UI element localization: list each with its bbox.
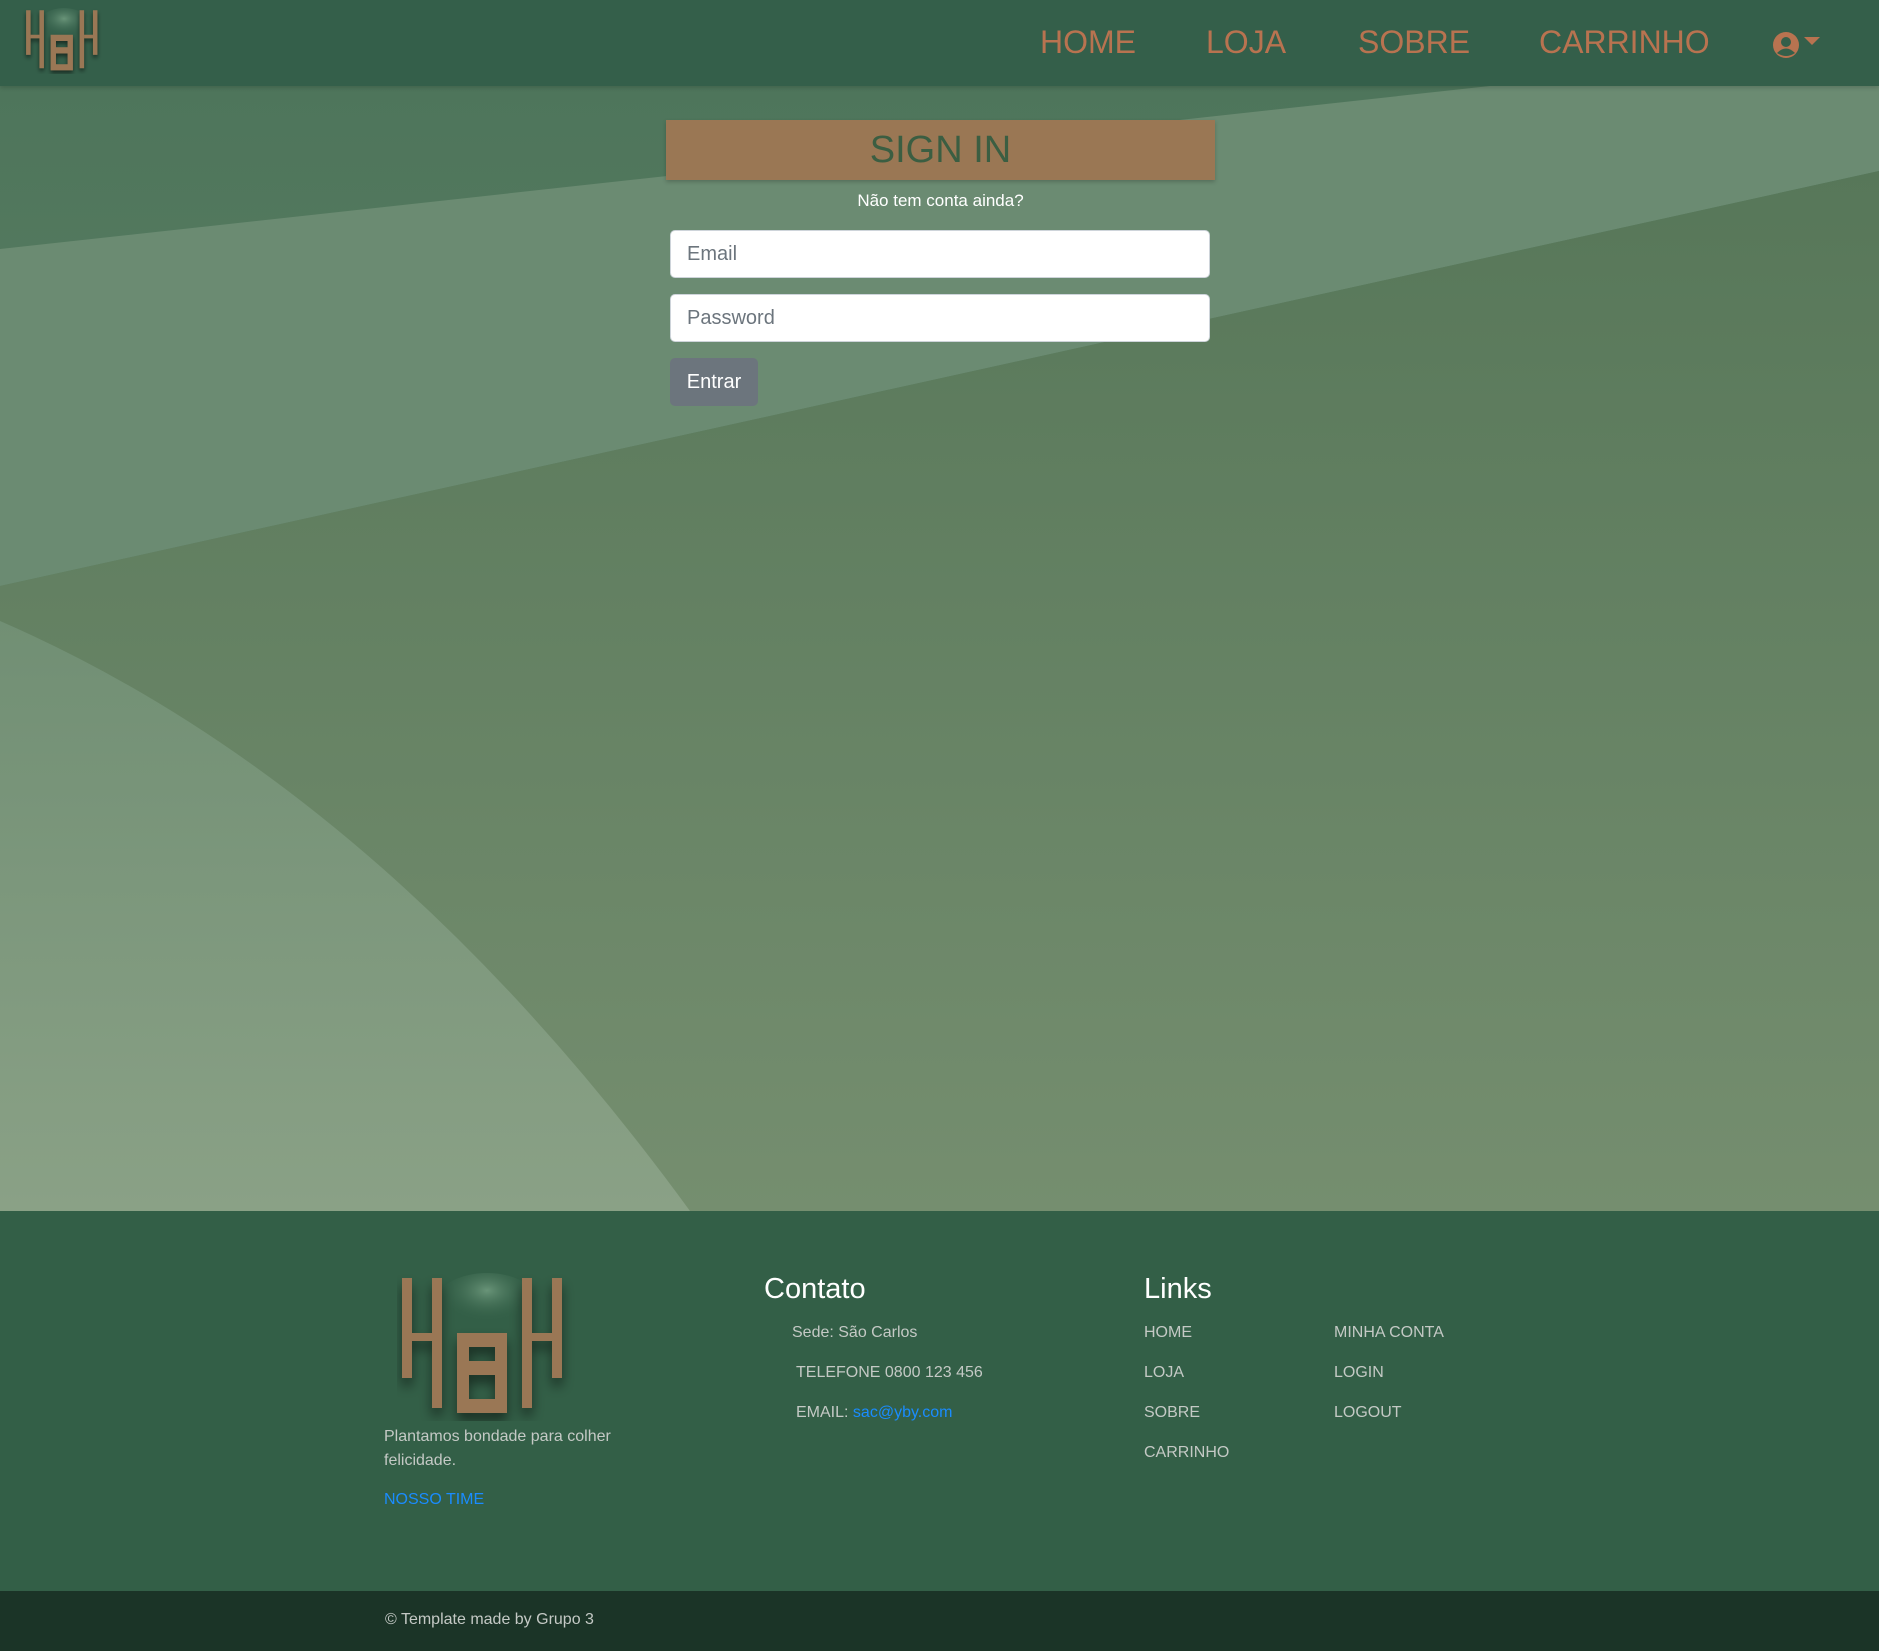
signup-link[interactable]: Não tem conta ainda? (666, 191, 1215, 211)
footer-link-sobre[interactable]: SOBRE (1144, 1404, 1200, 1422)
footer-link-home[interactable]: HOME (1144, 1324, 1192, 1342)
user-circle-icon (1773, 32, 1799, 58)
bottom-bar: © Template made by Grupo 3 (0, 1591, 1879, 1651)
footer-logo-icon (402, 1273, 562, 1413)
footer-link-carrinho[interactable]: CARRINHO (1144, 1444, 1229, 1462)
main-content: SIGN IN Não tem conta ainda? Entrar (0, 86, 1879, 1211)
navbar: HOME LOJA SOBRE CARRINHO (0, 0, 1879, 86)
footer-tagline: Plantamos bondade para colher felicidade… (384, 1428, 611, 1469)
caret-down-icon (1804, 37, 1820, 45)
password-field[interactable] (670, 294, 1210, 342)
contact-title: Contato (764, 1273, 866, 1305)
email-field[interactable] (670, 230, 1210, 278)
contact-sede: Sede: São Carlos (792, 1324, 918, 1341)
nav-link-loja[interactable]: LOJA (1206, 24, 1286, 61)
footer-link-login[interactable]: LOGIN (1334, 1364, 1384, 1382)
nav-link-sobre[interactable]: SOBRE (1358, 24, 1470, 61)
entrar-button[interactable]: Entrar (670, 358, 758, 406)
team-link[interactable]: NOSSO TIME (384, 1491, 484, 1509)
signin-title: SIGN IN (666, 120, 1215, 180)
contact-email-link[interactable]: sac@yby.com (853, 1404, 953, 1421)
nav-link-home[interactable]: HOME (1040, 24, 1136, 61)
links-title: Links (1144, 1273, 1212, 1305)
contact-email: EMAIL: sac@yby.com (796, 1404, 952, 1422)
user-menu-dropdown[interactable] (1772, 30, 1828, 60)
nav-link-carrinho[interactable]: CARRINHO (1539, 24, 1710, 61)
brand-logo-icon[interactable] (22, 8, 106, 74)
copyright-text: © Template made by Grupo 3 (385, 1611, 594, 1628)
footer-link-logout[interactable]: LOGOUT (1334, 1404, 1402, 1422)
footer-link-minha-conta[interactable]: MINHA CONTA (1334, 1324, 1444, 1342)
footer: Plantamos bondade para colher felicidade… (0, 1211, 1879, 1591)
footer-link-loja[interactable]: LOJA (1144, 1364, 1184, 1382)
contact-email-label: EMAIL: (796, 1404, 849, 1421)
contact-phone: TELEFONE 0800 123 456 (796, 1364, 983, 1381)
